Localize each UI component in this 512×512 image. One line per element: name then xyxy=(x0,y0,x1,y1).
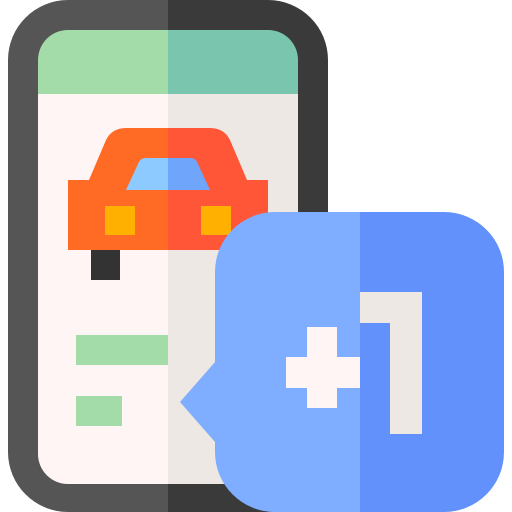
speech-bubble-icon xyxy=(180,212,504,512)
car-booking-plus-one-icon xyxy=(0,0,512,512)
screen-header-right xyxy=(168,30,298,94)
car-headlight-right xyxy=(201,206,231,235)
text-line-short xyxy=(76,396,122,426)
bubble-right xyxy=(360,212,504,512)
screen-header-left xyxy=(38,30,168,94)
car-wheel-left xyxy=(91,246,120,280)
text-line-long xyxy=(76,335,168,365)
car-headlight-left xyxy=(105,206,135,235)
icon-canvas xyxy=(8,0,504,512)
